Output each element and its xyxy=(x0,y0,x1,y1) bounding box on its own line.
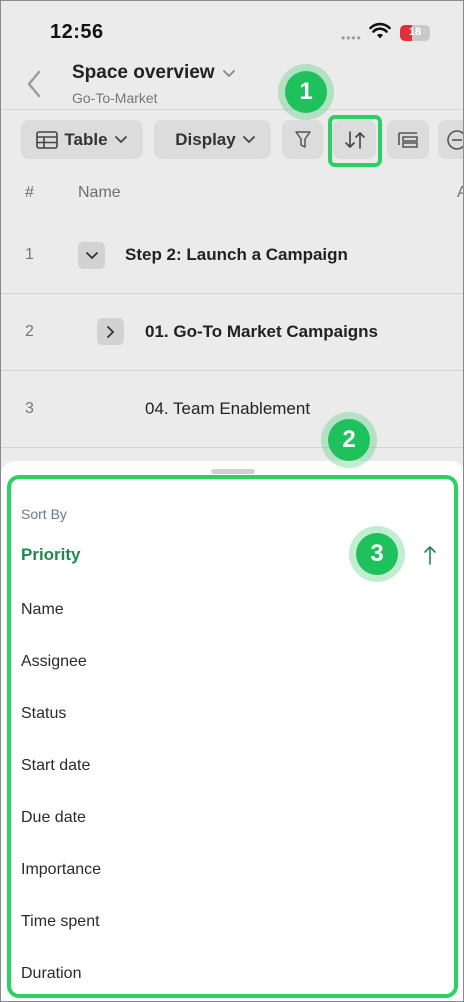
toolbar: Table Display xyxy=(1,120,463,160)
table-icon xyxy=(36,130,59,149)
row-number: 3 xyxy=(25,400,34,417)
chevron-down-icon xyxy=(242,135,255,143)
row-title[interactable]: 01. Go-To Market Campaigns xyxy=(145,322,378,342)
battery-icon: 18 xyxy=(400,25,430,41)
battery-percent: 18 xyxy=(408,26,422,38)
chevron-down-icon xyxy=(85,251,98,259)
expand-toggle[interactable] xyxy=(97,318,124,345)
chevron-down-icon xyxy=(114,135,127,143)
page-title[interactable]: Space overview xyxy=(72,62,215,84)
filter-button[interactable] xyxy=(282,120,323,159)
sort-button-highlight xyxy=(328,115,382,167)
view-switcher-label: Table xyxy=(64,129,108,149)
view-switcher-button[interactable]: Table xyxy=(21,120,143,159)
arrow-up-icon[interactable] xyxy=(422,544,438,566)
table-row[interactable]: 3 04. Team Enablement xyxy=(1,371,463,448)
sort-option-status[interactable]: Status xyxy=(21,705,66,723)
column-header-assignee[interactable]: A xyxy=(457,184,463,202)
display-button[interactable]: Display xyxy=(154,120,271,159)
sort-option-importance[interactable]: Importance xyxy=(21,861,101,879)
filter-icon xyxy=(294,130,311,148)
app-screen: 12:56 •••• 18 Space overview Go-To-Marke… xyxy=(0,0,464,1002)
expand-toggle[interactable] xyxy=(78,242,105,269)
display-label: Display xyxy=(175,129,236,149)
cellular-signal-icon: •••• xyxy=(341,31,362,45)
page-subtitle: Go-To-Market xyxy=(72,90,158,106)
sort-option-start-date[interactable]: Start date xyxy=(21,757,90,775)
row-title[interactable]: Step 2: Launch a Campaign xyxy=(125,245,348,265)
group-button[interactable] xyxy=(387,120,429,159)
table-row[interactable]: 1 Step 2: Launch a Campaign xyxy=(1,217,463,294)
callout-badge-3: 3 xyxy=(349,526,405,582)
header-divider xyxy=(1,109,463,110)
sort-option-time-spent[interactable]: Time spent xyxy=(21,913,100,931)
chevron-down-icon[interactable] xyxy=(221,67,237,81)
sheet-grabber[interactable] xyxy=(211,469,255,474)
minus-circle-icon xyxy=(447,129,463,150)
row-number: 1 xyxy=(25,246,34,263)
callout-badge-1: 1 xyxy=(278,64,334,120)
back-chevron-icon[interactable] xyxy=(23,69,47,99)
sort-option-priority[interactable]: Priority xyxy=(21,545,81,565)
callout-badge-2: 2 xyxy=(321,412,377,468)
status-time: 12:56 xyxy=(50,21,104,43)
row-number: 2 xyxy=(25,323,34,340)
sort-option-duration[interactable]: Duration xyxy=(21,965,81,983)
column-header-number: # xyxy=(25,184,34,201)
status-bar: 12:56 •••• 18 xyxy=(1,1,463,57)
sort-option-due-date[interactable]: Due date xyxy=(21,809,86,827)
group-rows-icon xyxy=(398,131,418,148)
sort-option-assignee[interactable]: Assignee xyxy=(21,653,87,671)
more-options-button[interactable] xyxy=(438,120,463,159)
column-header-name[interactable]: Name xyxy=(78,184,121,202)
sort-option-name[interactable]: Name xyxy=(21,601,64,619)
wifi-icon xyxy=(369,22,391,39)
table-row[interactable]: 2 01. Go-To Market Campaigns xyxy=(1,294,463,371)
sort-by-heading: Sort By xyxy=(21,506,67,522)
chevron-right-icon xyxy=(106,325,114,338)
row-title[interactable]: 04. Team Enablement xyxy=(145,399,310,419)
